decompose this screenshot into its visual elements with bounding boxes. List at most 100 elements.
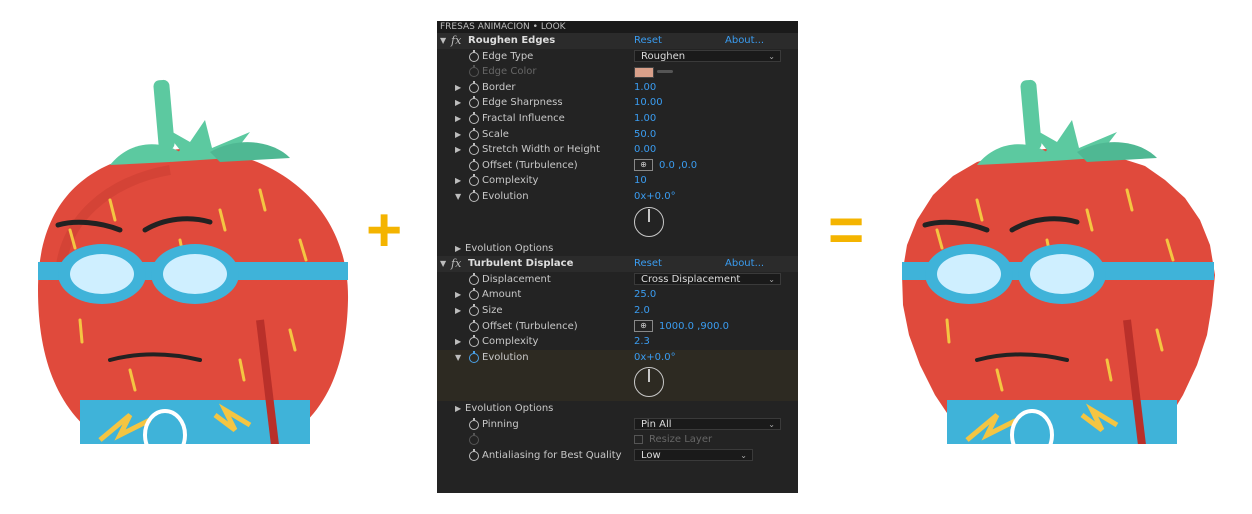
stopwatch-icon[interactable] bbox=[469, 288, 479, 301]
param-edge-type: Edge Type Roughen ⌄ bbox=[437, 49, 798, 65]
param-evolution: ▼ Evolution 0x+0.0° bbox=[437, 189, 798, 205]
param-label: Offset (Turbulence) bbox=[482, 159, 578, 171]
resize-layer-checkbox[interactable] bbox=[634, 435, 643, 445]
antialiasing-dropdown[interactable]: Low ⌄ bbox=[634, 449, 753, 462]
angle-dial[interactable] bbox=[634, 367, 664, 398]
effect-header-turbulent-displace[interactable]: ▼ fx Turbulent Displace Reset About... bbox=[437, 256, 798, 272]
stopwatch-icon[interactable] bbox=[469, 272, 479, 285]
param-scale: ▶ Scale 50.0 bbox=[437, 127, 798, 143]
param-label: Border bbox=[482, 81, 516, 93]
param-value[interactable]: 25.0 bbox=[634, 287, 656, 303]
stopwatch-icon[interactable] bbox=[469, 158, 479, 171]
effect-name: Turbulent Displace bbox=[468, 258, 574, 270]
param-evolution-2: ▼ Evolution 0x+0.0° bbox=[437, 349, 798, 366]
param-value[interactable]: 0.00 bbox=[634, 142, 656, 158]
evolution-dial-row bbox=[437, 205, 798, 241]
stopwatch-icon[interactable] bbox=[469, 350, 479, 363]
stopwatch-icon[interactable] bbox=[469, 319, 479, 332]
pinning-dropdown[interactable]: Pin All ⌄ bbox=[634, 417, 781, 430]
stopwatch-icon[interactable] bbox=[469, 174, 479, 187]
stopwatch-icon[interactable] bbox=[469, 111, 479, 124]
param-value[interactable]: 1.00 bbox=[634, 111, 656, 127]
twirl-right-icon[interactable]: ▶ bbox=[455, 287, 461, 303]
stopwatch-icon[interactable] bbox=[469, 49, 479, 62]
reset-button[interactable]: Reset bbox=[634, 256, 662, 272]
twirl-right-icon[interactable]: ▶ bbox=[455, 401, 461, 417]
twirl-right-icon[interactable]: ▶ bbox=[455, 95, 461, 111]
twirl-down-icon[interactable]: ▼ bbox=[455, 350, 461, 366]
param-complexity: ▶ Complexity 10 bbox=[437, 173, 798, 189]
angle-dial[interactable] bbox=[634, 206, 664, 237]
dropdown-value: Low bbox=[641, 450, 661, 462]
param-complexity-2: ▶ Complexity 2.3 bbox=[437, 334, 798, 350]
chevron-down-icon: ⌄ bbox=[768, 51, 775, 61]
twirl-right-icon[interactable]: ▶ bbox=[455, 127, 461, 143]
effect-header-roughen-edges[interactable]: ▼ fx Roughen Edges Reset About... bbox=[437, 33, 798, 49]
param-label: Scale bbox=[482, 128, 509, 140]
evolution-dial-row-2 bbox=[437, 365, 798, 402]
param-displacement: Displacement Cross Displacement ⌄ bbox=[437, 272, 798, 288]
stopwatch-icon[interactable] bbox=[469, 335, 479, 348]
fx-icon[interactable]: fx bbox=[451, 33, 461, 49]
twirl-down-icon[interactable]: ▼ bbox=[440, 256, 446, 272]
param-value[interactable]: 2.3 bbox=[634, 334, 650, 350]
about-button[interactable]: About... bbox=[725, 256, 764, 272]
param-value[interactable]: 1000.0 ,900.0 bbox=[659, 319, 729, 335]
twirl-right-icon[interactable]: ▶ bbox=[455, 173, 461, 189]
param-pinning: Pinning Pin All ⌄ bbox=[437, 417, 798, 433]
stopwatch-icon[interactable] bbox=[469, 303, 479, 316]
param-value[interactable]: 10 bbox=[634, 173, 647, 189]
param-value[interactable]: 50.0 bbox=[634, 127, 656, 143]
strawberry-original-illustration bbox=[38, 79, 349, 444]
twirl-right-icon[interactable]: ▶ bbox=[455, 142, 461, 158]
param-label: Offset (Turbulence) bbox=[482, 320, 578, 332]
param-label: Evolution bbox=[482, 190, 529, 202]
twirl-down-icon[interactable]: ▼ bbox=[440, 33, 446, 49]
param-value[interactable]: 10.00 bbox=[634, 95, 663, 111]
displacement-dropdown[interactable]: Cross Displacement ⌄ bbox=[634, 272, 781, 285]
param-offset-2: Offset (Turbulence) ⊕ 1000.0 ,900.0 bbox=[437, 319, 798, 335]
edge-type-dropdown[interactable]: Roughen ⌄ bbox=[634, 49, 781, 62]
twirl-right-icon[interactable]: ▶ bbox=[455, 80, 461, 96]
group-label[interactable]: Evolution Options bbox=[465, 241, 553, 257]
param-label: Fractal Influence bbox=[482, 112, 565, 124]
stopwatch-icon[interactable] bbox=[469, 189, 479, 202]
param-value[interactable]: 0x+0.0° bbox=[634, 189, 676, 205]
param-value[interactable]: 0.0 ,0.0 bbox=[659, 158, 697, 174]
stopwatch-icon[interactable] bbox=[469, 449, 479, 462]
plus-operator: + bbox=[366, 196, 403, 265]
stopwatch-icon[interactable] bbox=[469, 80, 479, 93]
about-button[interactable]: About... bbox=[725, 33, 764, 49]
stopwatch-icon[interactable] bbox=[469, 127, 479, 140]
stopwatch-icon[interactable] bbox=[469, 417, 479, 430]
twirl-down-icon[interactable]: ▼ bbox=[455, 189, 461, 205]
param-label: Size bbox=[482, 304, 503, 316]
param-value[interactable]: 1.00 bbox=[634, 80, 656, 96]
twirl-right-icon[interactable]: ▶ bbox=[455, 111, 461, 127]
eyedropper-icon[interactable] bbox=[657, 70, 673, 74]
param-value[interactable]: 0x+0.0° bbox=[634, 350, 676, 366]
param-label: Displacement bbox=[482, 273, 551, 285]
dropdown-value: Pin All bbox=[641, 418, 672, 430]
param-label: Complexity bbox=[482, 336, 539, 348]
group-label[interactable]: Evolution Options bbox=[465, 401, 553, 417]
fx-icon[interactable]: fx bbox=[451, 256, 461, 272]
stopwatch-icon[interactable] bbox=[469, 143, 479, 156]
param-label: Stretch Width or Height bbox=[482, 144, 600, 156]
stopwatch-icon[interactable] bbox=[469, 96, 479, 109]
point-control-icon[interactable]: ⊕ bbox=[634, 319, 653, 332]
stopwatch-icon bbox=[469, 433, 479, 446]
twirl-right-icon[interactable]: ▶ bbox=[455, 303, 461, 319]
param-resize-layer: Resize Layer bbox=[437, 432, 798, 448]
param-label: Evolution bbox=[482, 351, 529, 363]
twirl-right-icon[interactable]: ▶ bbox=[455, 334, 461, 350]
checkbox-label: Resize Layer bbox=[649, 434, 713, 446]
panel-title: FRESAS ANIMACION • LOOK bbox=[437, 21, 798, 33]
param-value[interactable]: 2.0 bbox=[634, 303, 650, 319]
chevron-down-icon: ⌄ bbox=[768, 274, 775, 284]
color-swatch[interactable] bbox=[634, 67, 654, 79]
twirl-right-icon[interactable]: ▶ bbox=[455, 241, 461, 257]
param-label: Pinning bbox=[482, 418, 519, 430]
point-control-icon[interactable]: ⊕ bbox=[634, 158, 653, 171]
reset-button[interactable]: Reset bbox=[634, 33, 662, 49]
